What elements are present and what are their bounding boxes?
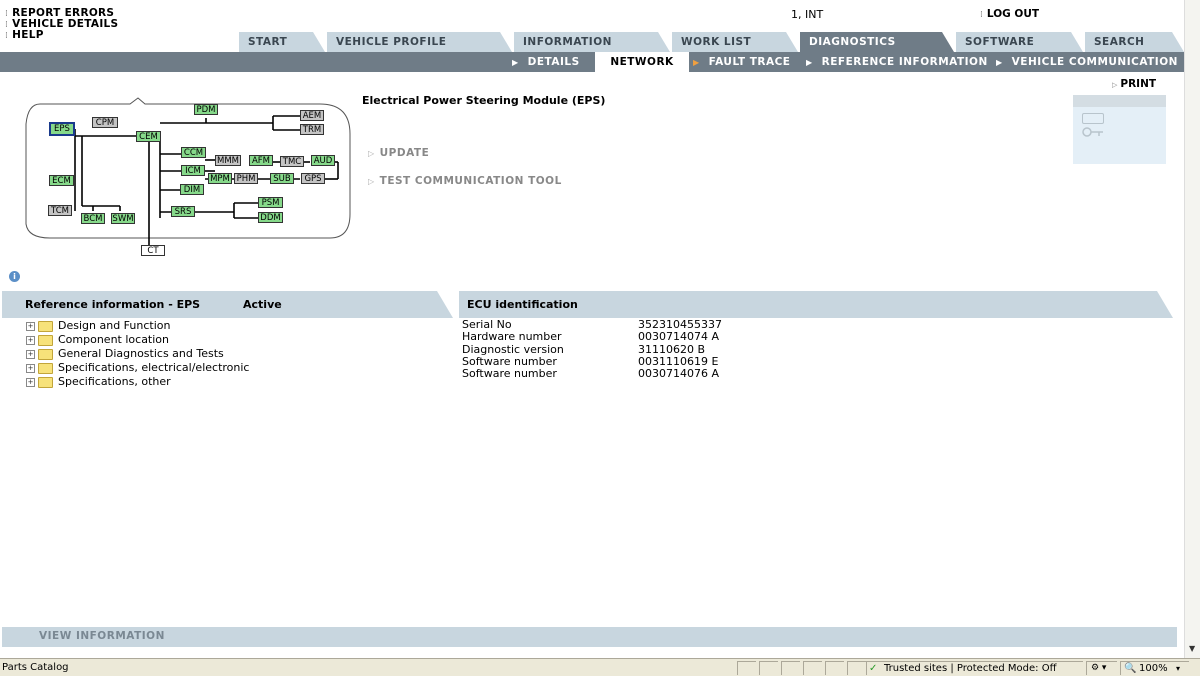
- status-text: Parts Catalog: [2, 662, 69, 673]
- status-cell: [759, 661, 778, 675]
- help-link[interactable]: ⁞ HELP: [5, 29, 44, 41]
- node-srs[interactable]: SRS: [171, 206, 195, 217]
- view-information-button[interactable]: VIEW INFORMATION: [39, 630, 165, 642]
- tree-item[interactable]: + Specifications, other: [26, 375, 171, 389]
- node-ecm[interactable]: ECM: [49, 175, 74, 186]
- node-aud[interactable]: AUD: [311, 155, 335, 166]
- tab-start[interactable]: START: [239, 32, 325, 52]
- node-mmm[interactable]: MMM: [215, 155, 241, 166]
- tab-work-list[interactable]: WORK LIST: [672, 32, 798, 52]
- folder-icon: [38, 362, 53, 374]
- tree-item[interactable]: + Design and Function: [26, 319, 170, 333]
- tree-item[interactable]: + General Diagnostics and Tests: [26, 347, 224, 361]
- subtab-reference-information[interactable]: ▶ REFERENCE INFORMATION: [806, 52, 988, 72]
- node-ddm[interactable]: DDM: [258, 212, 283, 223]
- node-ccm[interactable]: CCM: [181, 147, 206, 158]
- node-sub[interactable]: SUB: [270, 173, 294, 184]
- status-cell: [781, 661, 800, 675]
- subtab-vehicle-communication[interactable]: ▶ VEHICLE COMMUNICATION: [996, 52, 1178, 72]
- reference-panel-header: Reference information - EPS Active: [2, 291, 453, 318]
- status-bar: Parts Catalog ✓ Trusted sites | Protecte…: [0, 658, 1200, 676]
- status-cell: [737, 661, 756, 675]
- vertical-scrollbar[interactable]: ▼: [1184, 0, 1200, 658]
- node-phm[interactable]: PHM: [234, 173, 258, 184]
- tab-diagnostics[interactable]: DIAGNOSTICS: [800, 32, 954, 52]
- logout-link[interactable]: ⁞ LOG OUT: [980, 8, 1039, 20]
- reference-panel-status: Active: [243, 298, 282, 311]
- node-gps[interactable]: GPS: [301, 173, 325, 184]
- calendar-icon[interactable]: [1082, 113, 1104, 124]
- node-pdm[interactable]: PDM: [194, 104, 218, 115]
- node-icm[interactable]: ICM: [181, 165, 205, 176]
- node-psm[interactable]: PSM: [258, 197, 283, 208]
- view-information-bar: VIEW INFORMATION: [2, 627, 1177, 647]
- security-zone-text: Trusted sites | Protected Mode: Off: [884, 663, 1057, 674]
- node-trm[interactable]: TRM: [300, 124, 324, 135]
- ecu-label: Hardware number: [462, 330, 562, 343]
- tab-information[interactable]: INFORMATION: [514, 32, 670, 52]
- node-eps[interactable]: EPS: [49, 122, 75, 136]
- node-swm[interactable]: SWM: [111, 213, 135, 224]
- status-cell: [847, 661, 866, 675]
- node-afm[interactable]: AFM: [249, 155, 273, 166]
- node-aem[interactable]: AEM: [300, 110, 324, 121]
- test-communication-tool-action[interactable]: ▷ TEST COMMUNICATION TOOL: [368, 175, 562, 187]
- tab-search[interactable]: SEARCH: [1085, 32, 1184, 52]
- folder-icon: [38, 348, 53, 360]
- chevron-down-icon: ▾: [1176, 664, 1181, 673]
- folder-icon: [38, 334, 53, 346]
- node-dim[interactable]: DIM: [180, 184, 204, 195]
- print-link[interactable]: ▷ PRINT: [1112, 78, 1156, 90]
- node-tmc[interactable]: TMC: [280, 156, 304, 167]
- scroll-down-icon[interactable]: ▼: [1189, 644, 1195, 653]
- node-cpm[interactable]: CPM: [92, 117, 118, 128]
- user-label: 1, INT: [791, 8, 824, 21]
- folder-icon: [38, 376, 53, 388]
- tool-panel: [1073, 95, 1166, 164]
- status-cell: [825, 661, 844, 675]
- zoom-control[interactable]: 🔍 100% ▾: [1120, 661, 1189, 675]
- settings-dropdown[interactable]: ⚙ ▾: [1086, 661, 1117, 675]
- zoom-icon: 🔍: [1124, 663, 1137, 674]
- info-icon[interactable]: i: [9, 271, 20, 282]
- ecu-label: Software number: [462, 367, 557, 380]
- ecu-value: 0030714074 A: [638, 330, 720, 343]
- subtab-details[interactable]: ▶ DETAILS: [512, 52, 580, 72]
- key-icon[interactable]: [1082, 127, 1103, 137]
- ecu-panel-header: ECU identification: [459, 291, 1173, 318]
- node-bcm[interactable]: BCM: [81, 213, 105, 224]
- node-cem[interactable]: CEM: [136, 131, 161, 142]
- zoom-level: 100%: [1139, 663, 1168, 674]
- network-diagram: EPS CPM PDM AEM TRM CEM CCM MMM AFM TMC …: [20, 94, 355, 264]
- ecu-panel-title: ECU identification: [467, 298, 578, 311]
- check-icon: ✓: [869, 663, 878, 674]
- subtab-network[interactable]: NETWORK: [595, 52, 689, 72]
- node-ct[interactable]: CT: [141, 245, 165, 256]
- tree-item[interactable]: + Component location: [26, 333, 169, 347]
- node-tcm[interactable]: TCM: [48, 205, 72, 216]
- gear-icon: ⚙ ▾: [1091, 663, 1107, 673]
- node-mpm[interactable]: MPM: [208, 173, 232, 184]
- update-action[interactable]: ▷ UPDATE: [368, 147, 429, 159]
- reference-panel-title: Reference information - EPS: [25, 298, 201, 311]
- tab-vehicle-profile[interactable]: VEHICLE PROFILE: [327, 32, 512, 52]
- subtab-fault-trace[interactable]: ▶ FAULT TRACE: [693, 52, 790, 72]
- tab-software[interactable]: SOFTWARE: [956, 32, 1083, 52]
- security-zone[interactable]: ✓ Trusted sites | Protected Mode: Off: [866, 661, 1083, 675]
- folder-icon: [38, 320, 53, 332]
- ecu-value: 0030714076 A: [638, 367, 720, 380]
- tree-item[interactable]: + Specifications, electrical/electronic: [26, 361, 249, 375]
- module-title: Electrical Power Steering Module (EPS): [362, 94, 606, 107]
- status-cell: [803, 661, 822, 675]
